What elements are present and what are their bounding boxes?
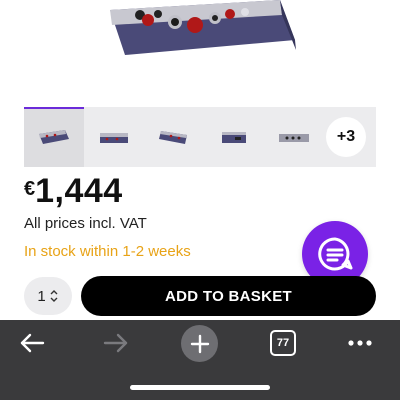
vat-note: All prices incl. VAT xyxy=(24,215,147,232)
device-thumbnail-icon xyxy=(100,133,128,143)
more-dots-icon xyxy=(348,340,372,346)
stock-status: In stock within 1-2 weeks xyxy=(24,243,191,260)
back-button[interactable] xyxy=(14,328,50,358)
plus-icon xyxy=(190,334,209,353)
arrow-left-icon xyxy=(20,333,45,353)
device-thumbnail-icon xyxy=(39,130,69,144)
home-indicator[interactable] xyxy=(130,385,270,390)
thumbnail-5[interactable] xyxy=(264,107,324,167)
arrow-right-icon xyxy=(103,333,128,353)
audio-interface-image xyxy=(110,0,296,55)
product-price: € 1,444 xyxy=(24,172,123,211)
product-page: +3 € 1,444 All prices incl. VAT In stock… xyxy=(0,0,400,400)
quantity-selector[interactable]: 1 xyxy=(24,277,72,315)
tabs-button[interactable]: 77 xyxy=(270,330,296,356)
forward-button[interactable] xyxy=(98,328,134,358)
thumbnail-1[interactable] xyxy=(24,107,84,167)
thumbnail-strip: +3 xyxy=(24,107,376,167)
new-tab-button[interactable] xyxy=(181,325,218,362)
more-images-button[interactable]: +3 xyxy=(326,117,366,157)
thumbnail-4[interactable] xyxy=(204,107,264,167)
more-menu-button[interactable] xyxy=(343,330,377,356)
price-amount: 1,444 xyxy=(35,172,123,210)
device-thumbnail-icon xyxy=(159,131,187,144)
add-to-basket-button[interactable]: ADD TO BASKET xyxy=(81,276,376,316)
thumbnail-3[interactable] xyxy=(144,107,204,167)
chat-icon xyxy=(318,237,353,271)
device-thumbnail-icon xyxy=(222,132,246,143)
price-currency: € xyxy=(24,178,36,200)
quantity-value: 1 xyxy=(37,287,46,305)
thumbnail-2[interactable] xyxy=(84,107,144,167)
device-thumbnail-icon xyxy=(279,134,309,142)
product-image[interactable] xyxy=(0,0,400,70)
chevron-up-down-icon xyxy=(50,290,58,302)
